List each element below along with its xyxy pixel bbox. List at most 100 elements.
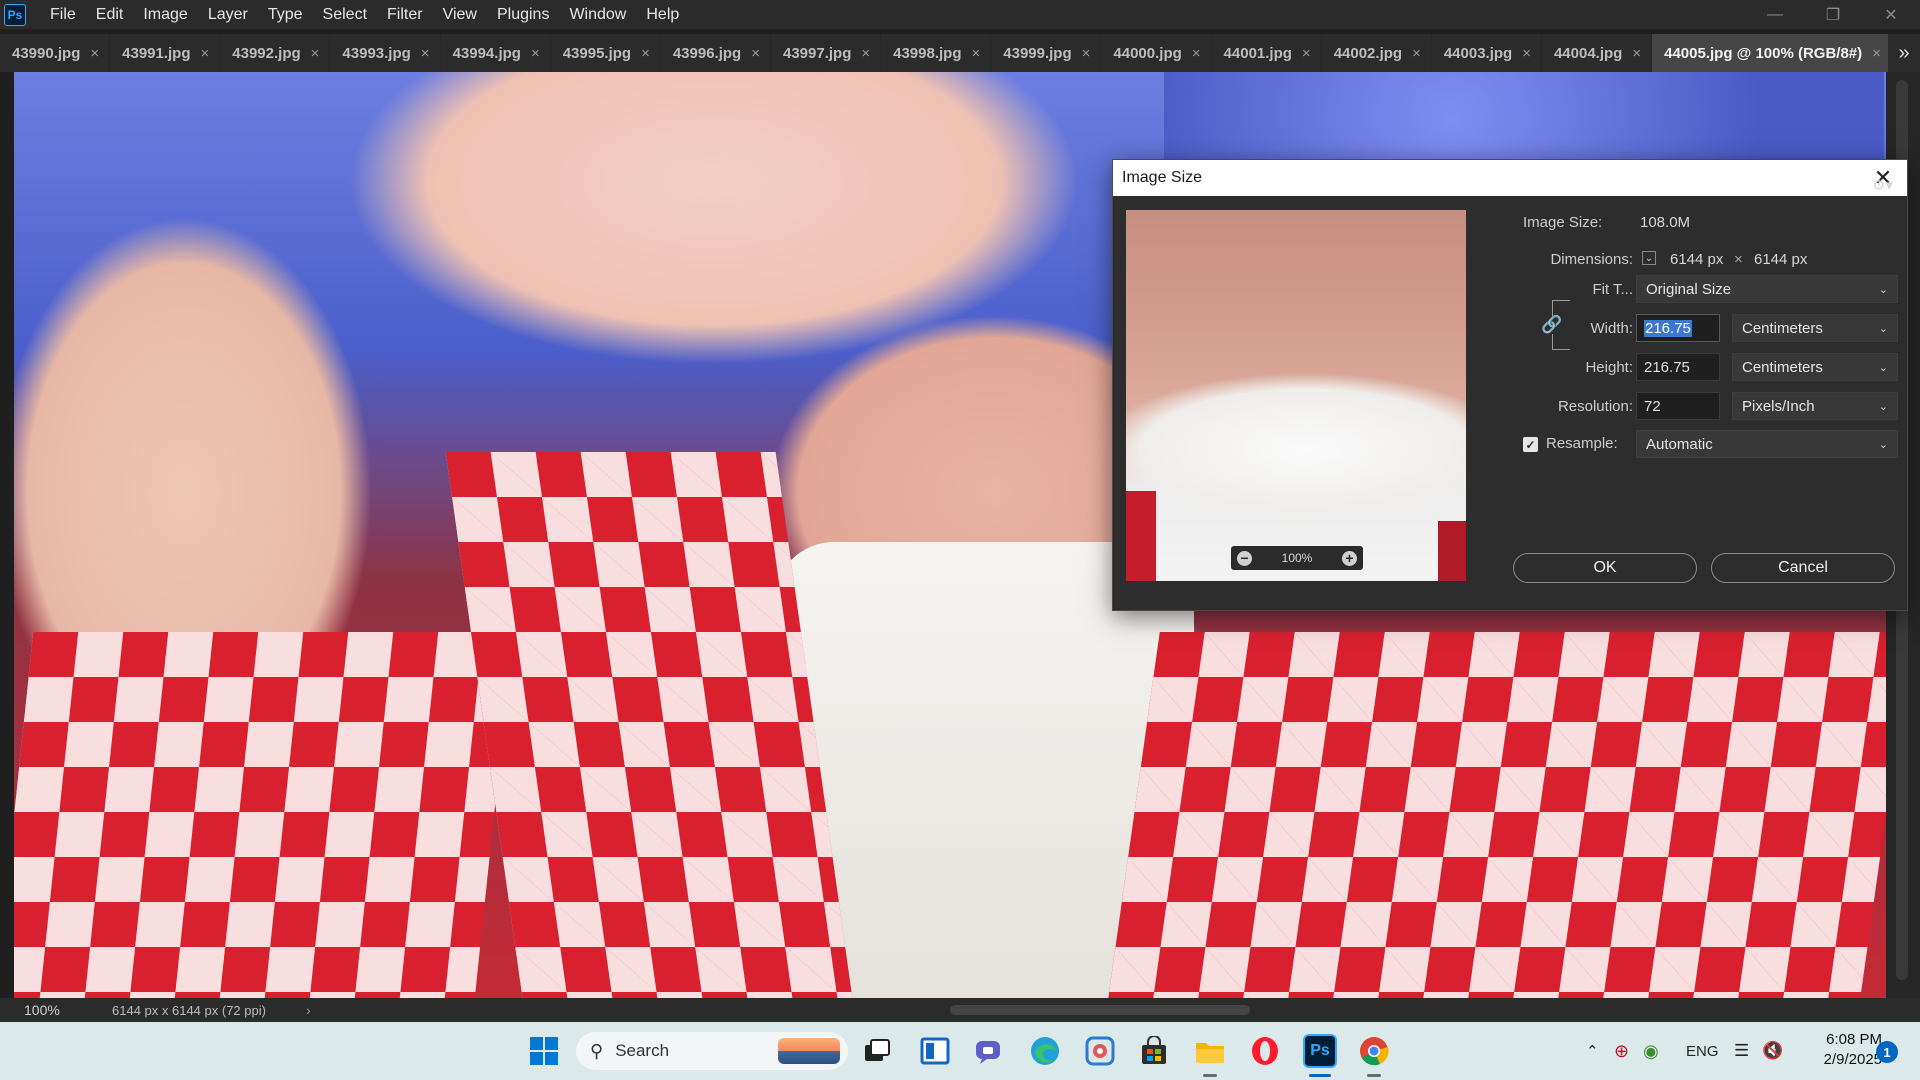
height-label: Height: bbox=[1585, 359, 1633, 376]
width-input[interactable]: 216.75 bbox=[1636, 314, 1720, 342]
tab-44000[interactable]: 44000.jpg × bbox=[1101, 34, 1212, 72]
tab-close-icon[interactable]: × bbox=[972, 45, 981, 62]
tab-43991[interactable]: 43991.jpg × bbox=[110, 34, 221, 72]
tab-close-icon[interactable]: × bbox=[1082, 45, 1091, 62]
tab-44002[interactable]: 44002.jpg × bbox=[1322, 34, 1432, 72]
task-view-icon[interactable] bbox=[860, 1034, 894, 1068]
window-close-icon[interactable]: ✕ bbox=[1862, 0, 1920, 29]
tab-43999[interactable]: 43999.jpg × bbox=[991, 34, 1102, 72]
tab-close-icon[interactable]: × bbox=[861, 45, 870, 62]
tab-close-icon[interactable]: × bbox=[1302, 45, 1311, 62]
tab-overflow-icon[interactable]: » bbox=[1888, 34, 1920, 72]
tab-close-icon[interactable]: × bbox=[311, 45, 320, 62]
tab-close-icon[interactable]: × bbox=[641, 45, 650, 62]
language-indicator[interactable]: ENG bbox=[1686, 1022, 1719, 1080]
system-clock[interactable]: 6:08 PM 2/9/2025 bbox=[1806, 1030, 1882, 1070]
tab-44004[interactable]: 44004.jpg × bbox=[1542, 34, 1653, 72]
vpn-icon[interactable]: ⊕ bbox=[1614, 1022, 1629, 1080]
width-unit-dropdown[interactable]: Centimeters ⌄ bbox=[1732, 314, 1898, 342]
bracket-line bbox=[1552, 300, 1553, 316]
tab-43996[interactable]: 43996.jpg × bbox=[661, 34, 771, 72]
tab-43992[interactable]: 43992.jpg × bbox=[220, 34, 331, 72]
tab-43990[interactable]: 43990.jpg × bbox=[0, 34, 111, 72]
fit-to-value: Original Size bbox=[1646, 280, 1732, 298]
scroll-thumb[interactable] bbox=[950, 1005, 1250, 1015]
menu-image[interactable]: Image bbox=[133, 0, 197, 29]
tab-close-icon[interactable]: × bbox=[1522, 45, 1531, 62]
opera-icon[interactable] bbox=[1248, 1034, 1282, 1068]
menu-plugins[interactable]: Plugins bbox=[487, 0, 559, 29]
tab-43998[interactable]: 43998.jpg × bbox=[881, 34, 992, 72]
height-input[interactable]: 216.75 bbox=[1636, 353, 1720, 381]
menu-file[interactable]: File bbox=[40, 0, 86, 29]
fit-to-dropdown[interactable]: Original Size ⌄ bbox=[1636, 275, 1898, 303]
zoom-level[interactable]: 100% bbox=[0, 1002, 90, 1018]
tab-close-icon[interactable]: × bbox=[1872, 45, 1881, 62]
wifi-icon[interactable]: ☰ bbox=[1734, 1022, 1749, 1080]
tab-close-icon[interactable]: × bbox=[90, 45, 99, 62]
restore-icon[interactable]: ❐ bbox=[1804, 0, 1862, 29]
chevron-down-icon: ⌄ bbox=[1878, 400, 1888, 413]
tab-close-icon[interactable]: × bbox=[1412, 45, 1421, 62]
chrome-icon[interactable] bbox=[1357, 1034, 1391, 1068]
edge-browser-icon[interactable] bbox=[1028, 1034, 1062, 1068]
canvas-checker-left bbox=[14, 632, 514, 998]
microsoft-store-icon[interactable] bbox=[1137, 1034, 1171, 1068]
taskbar-search[interactable]: ⚲ Search bbox=[576, 1032, 848, 1070]
tab-close-icon[interactable]: × bbox=[1192, 45, 1201, 62]
show-hidden-icons-icon[interactable]: ⌃ bbox=[1586, 1022, 1599, 1080]
tab-43993[interactable]: 43993.jpg × bbox=[330, 34, 441, 72]
resolution-unit-dropdown[interactable]: Pixels/Inch ⌄ bbox=[1732, 392, 1898, 420]
canvas-checker-center bbox=[445, 452, 853, 998]
menu-layer[interactable]: Layer bbox=[198, 0, 258, 29]
tab-43994[interactable]: 43994.jpg × bbox=[441, 34, 551, 72]
menu-select[interactable]: Select bbox=[313, 0, 377, 29]
preview-zoom-control: − 100% + bbox=[1231, 546, 1363, 570]
running-indicator bbox=[1367, 1074, 1381, 1077]
menu-edit[interactable]: Edit bbox=[86, 0, 134, 29]
image-preview[interactable]: − 100% + bbox=[1126, 210, 1466, 581]
dialog-title-bar[interactable]: Image Size ✕ bbox=[1113, 160, 1907, 196]
menu-type[interactable]: Type bbox=[258, 0, 313, 29]
ok-button[interactable]: OK bbox=[1513, 553, 1697, 583]
tab-44005-active[interactable]: 44005.jpg @ 100% (RGB/8#) × bbox=[1652, 34, 1892, 72]
tab-label: 43992.jpg bbox=[232, 44, 301, 62]
menu-window[interactable]: Window bbox=[559, 0, 636, 29]
dimensions-chevron-icon[interactable]: ⌄ bbox=[1642, 251, 1656, 265]
tab-43995[interactable]: 43995.jpg × bbox=[551, 34, 661, 72]
file-explorer-icon[interactable] bbox=[1193, 1034, 1227, 1068]
horizontal-scrollbar[interactable] bbox=[310, 1002, 1880, 1018]
windows-taskbar: ⚲ Search Ps ⌃ ⊕ ◉ ENG ☰ 🔇 6:08 PM 2/9/20… bbox=[0, 1022, 1920, 1080]
tab-44003[interactable]: 44003.jpg × bbox=[1432, 34, 1542, 72]
snipping-tool-icon[interactable] bbox=[1083, 1034, 1117, 1068]
cancel-button[interactable]: Cancel bbox=[1711, 553, 1895, 583]
widgets-icon[interactable] bbox=[918, 1034, 952, 1068]
tab-close-icon[interactable]: × bbox=[751, 45, 760, 62]
resolution-input[interactable]: 72 bbox=[1636, 392, 1720, 420]
notification-badge[interactable]: 1 bbox=[1876, 1041, 1898, 1063]
menu-filter[interactable]: Filter bbox=[377, 0, 433, 29]
tab-close-icon[interactable]: × bbox=[201, 45, 210, 62]
tab-close-icon[interactable]: × bbox=[421, 45, 430, 62]
zoom-out-icon[interactable]: − bbox=[1237, 550, 1252, 566]
tab-44001[interactable]: 44001.jpg × bbox=[1212, 34, 1322, 72]
tab-close-icon[interactable]: × bbox=[531, 45, 540, 62]
teams-icon[interactable] bbox=[971, 1034, 1005, 1068]
windows-start-icon[interactable] bbox=[527, 1034, 561, 1068]
gear-icon[interactable]: ⚙▾ bbox=[1872, 176, 1893, 194]
photoshop-taskbar-icon[interactable]: Ps bbox=[1303, 1034, 1337, 1068]
minimize-icon[interactable]: — bbox=[1746, 0, 1804, 29]
tab-close-icon[interactable]: × bbox=[1632, 45, 1641, 62]
resample-checkbox[interactable]: ✓ bbox=[1523, 437, 1538, 452]
volume-muted-icon[interactable]: 🔇 bbox=[1762, 1022, 1783, 1080]
menu-help[interactable]: Help bbox=[636, 0, 689, 29]
resample-dropdown[interactable]: Automatic ⌄ bbox=[1636, 430, 1898, 458]
dimensions-height: 6144 px bbox=[1754, 251, 1808, 268]
height-input-value: 216.75 bbox=[1644, 358, 1690, 376]
width-input-value: 216.75 bbox=[1644, 319, 1692, 337]
globe-network-icon[interactable]: ◉ bbox=[1643, 1022, 1659, 1080]
height-unit-dropdown[interactable]: Centimeters ⌄ bbox=[1732, 353, 1898, 381]
menu-view[interactable]: View bbox=[433, 0, 487, 29]
tab-43997[interactable]: 43997.jpg × bbox=[771, 34, 882, 72]
zoom-in-icon[interactable]: + bbox=[1341, 550, 1357, 566]
